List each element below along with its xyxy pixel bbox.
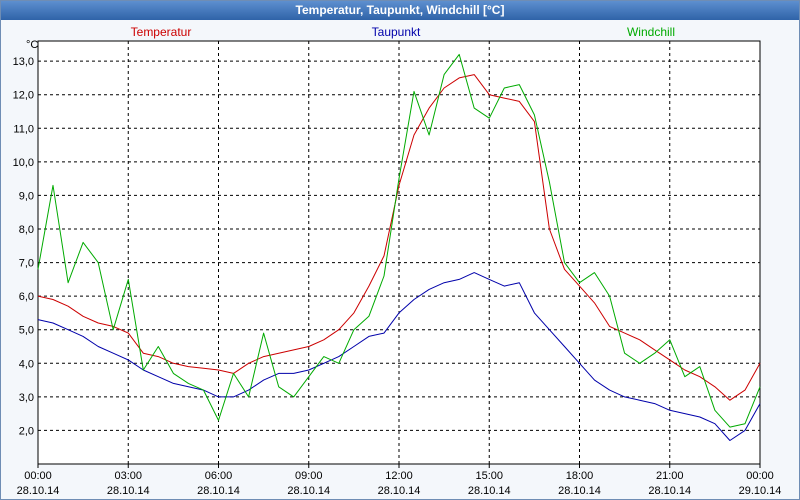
y-tick-label: 3,0 — [19, 392, 34, 404]
y-axis: 13,0 12,0 11,0 10,0 9,0 8,0 7,0 6,0 5,0 4,0 3,0 2,0 — [13, 56, 34, 437]
y-tick-label: 10,0 — [13, 157, 34, 169]
x-tick-time: 18:00 — [566, 470, 594, 482]
x-tick-date: 28.10.14 — [197, 485, 240, 497]
x-tick-time: 15:00 — [475, 470, 503, 482]
legend-windchill: Windchill — [627, 25, 675, 39]
x-axis: 00:00 28.10.14 03:00 28.10.14 06:00 28.10.14 0… — [17, 464, 782, 497]
y-tick-label: 4,0 — [19, 358, 34, 370]
x-tick-time: 09:00 — [295, 470, 323, 482]
x-tick-date: 29.10.14 — [739, 485, 782, 497]
x-tick-time: 21:00 — [656, 470, 684, 482]
y-tick-label: 11,0 — [13, 123, 34, 135]
x-tick-date: 28.10.14 — [558, 485, 601, 497]
legend-temperatur: Temperatur — [131, 25, 192, 39]
legend-taupunkt: Taupunkt — [372, 25, 421, 39]
x-tick-date: 28.10.14 — [287, 485, 330, 497]
x-tick-time: 00:00 — [24, 470, 52, 482]
x-tick-date: 28.10.14 — [107, 485, 150, 497]
x-tick-time: 03:00 — [114, 470, 142, 482]
y-tick-label: 6,0 — [19, 291, 34, 303]
y-tick-label: 12,0 — [13, 90, 34, 102]
y-tick-label: 9,0 — [19, 190, 34, 202]
x-tick-time: 00:00 — [746, 470, 774, 482]
y-tick-label: 7,0 — [19, 258, 34, 270]
y-tick-label: 5,0 — [19, 325, 34, 337]
y-tick-label: 8,0 — [19, 224, 34, 236]
y-tick-label: 13,0 — [13, 56, 34, 68]
x-tick-date: 28.10.14 — [648, 485, 691, 497]
x-tick-time: 12:00 — [385, 470, 413, 482]
y-tick-label: 2,0 — [19, 425, 34, 437]
x-tick-date: 28.10.14 — [378, 485, 421, 497]
x-tick-time: 06:00 — [205, 470, 233, 482]
y-axis-label: °C — [26, 39, 38, 51]
x-tick-date: 28.10.14 — [468, 485, 511, 497]
chart-svg: 13,0 12,0 11,0 10,0 9,0 8,0 7,0 6,0 5,0 4,0 3,0 2,0… — [13, 25, 782, 497]
x-tick-date: 28.10.14 — [17, 485, 60, 497]
